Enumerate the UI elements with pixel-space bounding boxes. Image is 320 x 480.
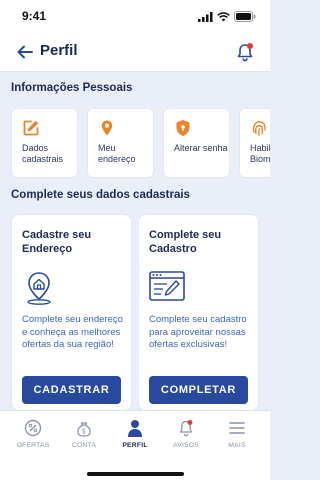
discount-icon (24, 419, 42, 437)
header: Perfil (0, 32, 270, 72)
form-edit-icon (149, 271, 185, 301)
card-label: Alterar senha (174, 143, 228, 153)
signal-icon (198, 11, 213, 22)
card-label: Meu endereço (98, 143, 136, 164)
svg-text:$: $ (82, 428, 86, 436)
card-change-password[interactable]: Alterar senha (163, 108, 230, 178)
status-icons (198, 11, 256, 22)
tab-avisos[interactable]: AVISOS (159, 419, 213, 463)
back-arrow-icon[interactable] (16, 43, 34, 61)
bell-icon (179, 420, 193, 437)
tab-label: OFERTAS (16, 442, 50, 449)
tab-label: CONTA (71, 442, 97, 449)
card-title: Cadastre seu Endereço (22, 229, 92, 255)
tab-label: MAIS (228, 442, 246, 449)
card-title: Complete seu Cadastro (149, 229, 222, 255)
battery-icon (234, 11, 256, 22)
status-bar: 9:41 (0, 0, 270, 32)
card-label: Habilitar Biometria (250, 143, 270, 164)
wifi-icon (217, 11, 230, 21)
address-location-icon (27, 272, 51, 305)
person-icon (128, 420, 142, 437)
fingerprint-icon (252, 121, 266, 136)
menu-icon (229, 422, 245, 434)
tab-perfil[interactable]: PERFIL (108, 419, 162, 463)
notifications-bell-icon[interactable] (236, 42, 254, 62)
tab-conta[interactable]: $ CONTA (57, 419, 111, 463)
card-description: Complete seu endereço e conheça as melho… (22, 314, 123, 350)
notification-dot (247, 43, 253, 49)
tab-mais[interactable]: MAIS (210, 419, 264, 463)
card-description: Complete seu cadastro para aproveitar no… (149, 314, 247, 350)
card-label: Dados cadastrais (22, 143, 64, 164)
edit-icon (23, 120, 39, 136)
card-my-address[interactable]: Meu endereço (87, 108, 154, 178)
location-pin-icon (101, 120, 113, 136)
complete-registration-button[interactable]: COMPLETAR (149, 376, 248, 404)
status-time: 9:41 (22, 9, 47, 23)
personal-info-carousel[interactable]: Dados cadastrais Meu endereço Alterar se… (11, 108, 270, 178)
tab-label: PERFIL (122, 442, 148, 449)
tab-ofertas[interactable]: OFERTAS (6, 419, 60, 463)
tab-label: AVISOS (172, 442, 199, 449)
bottom-tab-bar: OFERTAS $ CONTA PERFIL AVISOS MAIS (0, 410, 270, 480)
section-title-personal-info: Informações Pessoais (11, 82, 133, 94)
home-indicator (87, 472, 184, 476)
shield-lock-icon (176, 120, 190, 136)
register-address-button[interactable]: CADASTRAR (22, 376, 121, 404)
card-personal-data[interactable]: Dados cadastrais (11, 108, 78, 178)
card-complete-registration[interactable]: Complete seu Cadastro Complete seu cadas… (138, 214, 259, 411)
page-title: Perfil (40, 42, 78, 59)
card-register-address[interactable]: Cadastre seu Endereço Complete seu ender… (11, 214, 132, 411)
card-enable-biometrics[interactable]: Habilitar Biometria (239, 108, 270, 178)
money-bag-icon: $ (77, 422, 91, 437)
notification-dot (187, 420, 193, 425)
section-title-complete-data: Complete seus dados cadastrais (11, 189, 190, 201)
